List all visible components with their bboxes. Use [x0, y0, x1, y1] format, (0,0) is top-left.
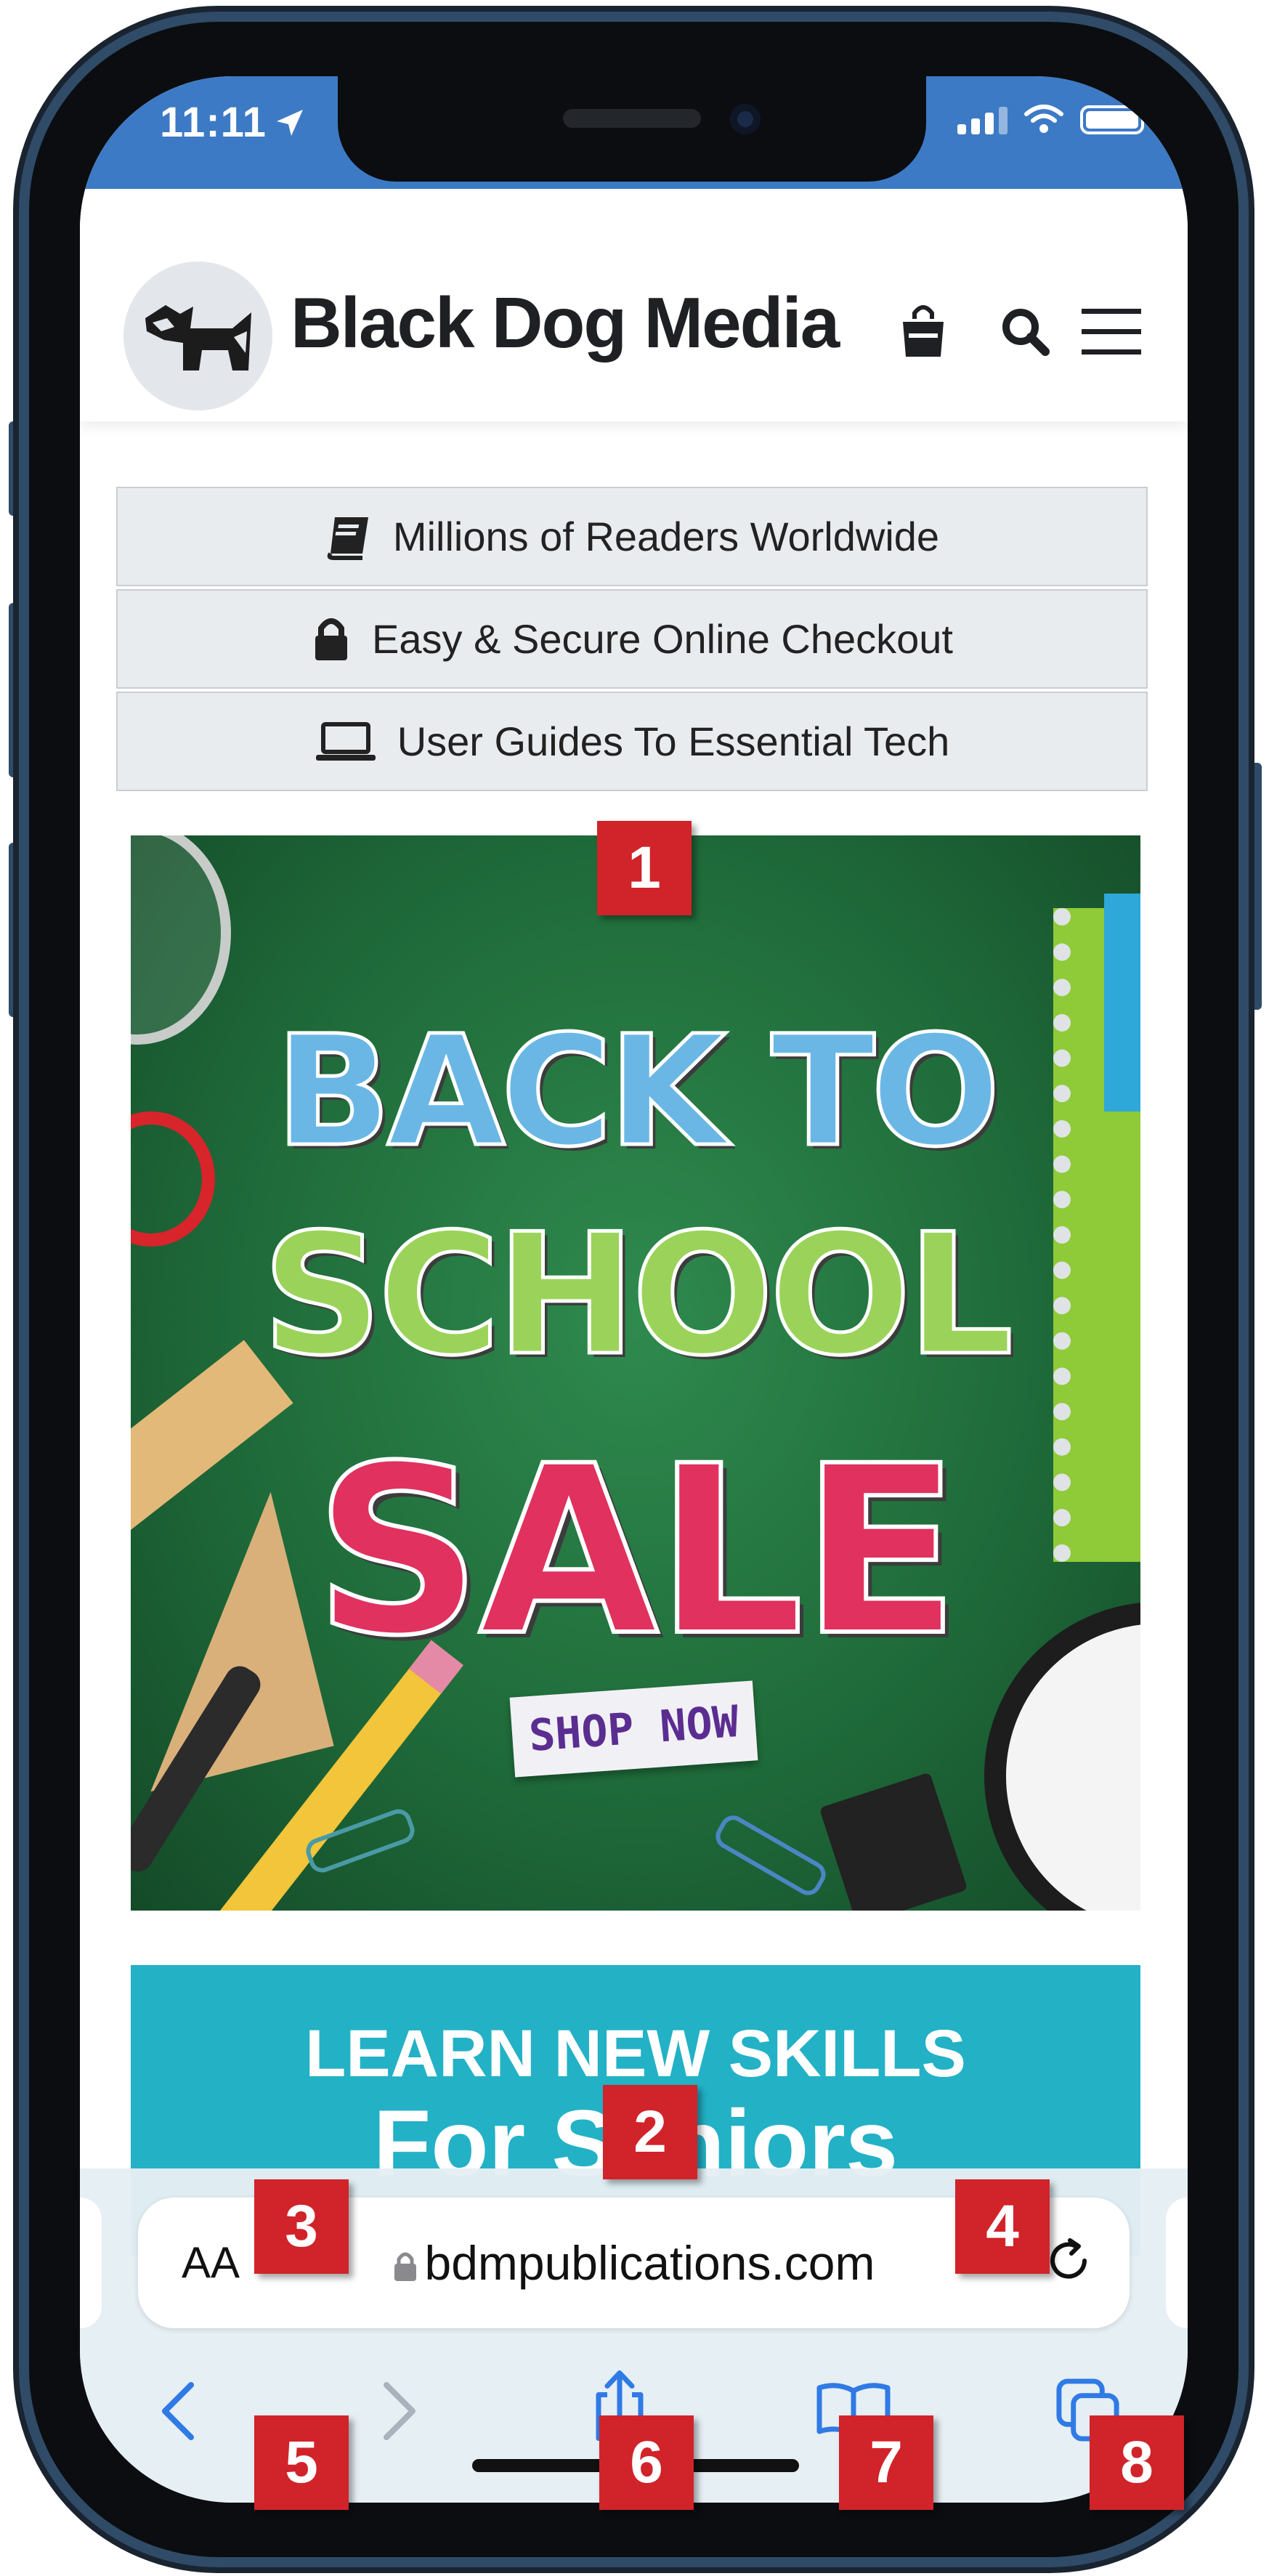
binder-clip-decoration: [819, 1772, 968, 1911]
back-chevron-icon[interactable]: [156, 2379, 200, 2445]
black-dog-logo[interactable]: [123, 262, 272, 410]
next-tab-peek[interactable]: [1166, 2198, 1188, 2328]
previous-tab-peek[interactable]: [80, 2198, 102, 2328]
phone-power-button: [1246, 763, 1262, 1010]
shopping-bag-icon[interactable]: [897, 301, 949, 360]
feature-checkout[interactable]: Easy & Secure Online Checkout: [116, 589, 1148, 689]
lock-icon: [315, 617, 348, 660]
hamburger-menu-icon[interactable]: [1079, 303, 1144, 361]
feature-label: Millions of Readers Worldwide: [392, 514, 940, 559]
notch: [338, 76, 926, 182]
callout-6: 6: [599, 2415, 694, 2510]
laptop-icon: [315, 721, 376, 761]
site-header: Black Dog Media: [80, 189, 1188, 421]
location-arrow-icon: [277, 110, 303, 136]
site-name[interactable]: Black Dog Media: [291, 282, 840, 364]
feature-readers[interactable]: Millions of Readers Worldwide: [116, 487, 1148, 586]
callout-2: 2: [603, 2085, 697, 2179]
phone-volume-up-button: [9, 603, 25, 777]
callout-3: 3: [254, 2179, 349, 2274]
forward-chevron-icon[interactable]: [378, 2379, 421, 2445]
banner-line-back-to: BACK TO: [273, 1001, 1002, 1183]
callout-5: 5: [254, 2415, 349, 2510]
front-camera: [730, 104, 761, 134]
banner-line-sale: SALE: [312, 1414, 962, 1689]
callout-4: 4: [955, 2179, 1050, 2274]
url-domain: bdmpublications.com: [424, 2236, 875, 2290]
status-bar: 11:11: [80, 76, 1188, 189]
feature-label: Easy & Secure Online Checkout: [372, 616, 953, 662]
back-to-school-banner[interactable]: BACK TO SCHOOL SALE SHOP NOW: [131, 835, 1140, 1911]
book-icon: [327, 517, 368, 560]
features-list: Millions of Readers Worldwide Easy & Sec…: [116, 487, 1148, 794]
feature-label: User Guides To Essential Tech: [397, 718, 950, 764]
banner2-title: LEARN NEW SKILLS: [305, 2017, 966, 2091]
callout-8: 8: [1090, 2415, 1184, 2510]
feature-guides[interactable]: User Guides To Essential Tech: [116, 692, 1148, 791]
phone-volume-down-button: [9, 843, 25, 1017]
cellular-signal-icon: [957, 105, 1008, 134]
dog-icon: [145, 305, 251, 370]
lock-icon: [394, 2252, 416, 2281]
wifi-icon: [1024, 105, 1063, 133]
shop-now-button[interactable]: SHOP NOW: [509, 1680, 758, 1778]
paperclip-decoration: [710, 1810, 831, 1900]
banner-line-school: SCHOOL: [260, 1197, 1015, 1395]
callout-1: 1: [597, 821, 692, 915]
speaker-grille: [563, 109, 701, 128]
search-icon[interactable]: [999, 305, 1051, 357]
phone-action-button: [9, 421, 25, 516]
status-time: 11:11: [160, 99, 267, 146]
battery-icon: [1080, 105, 1144, 134]
status-icons: [957, 104, 1144, 134]
callout-7: 7: [839, 2415, 933, 2510]
reload-icon[interactable]: [1045, 2237, 1093, 2285]
